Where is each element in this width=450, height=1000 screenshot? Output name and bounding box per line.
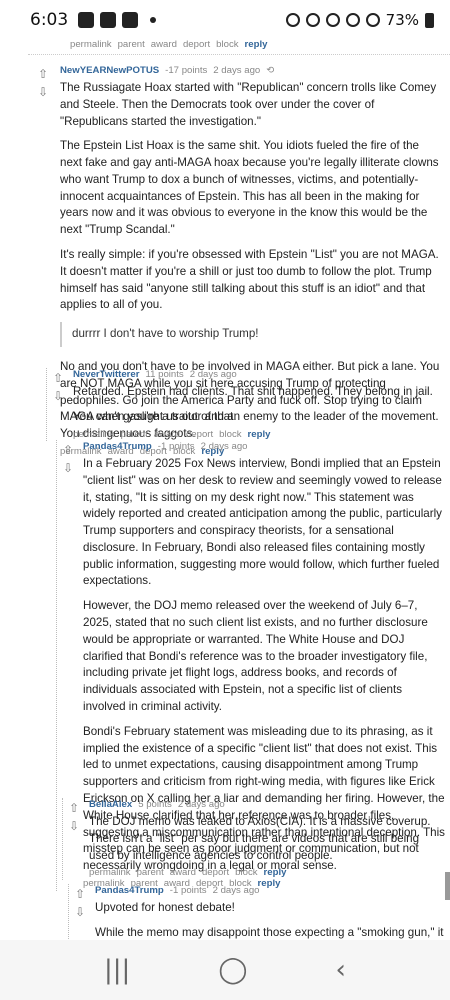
upvote-icon[interactable]: ⇧ (53, 372, 63, 384)
vote-arrows: ⇧ ⇩ (73, 888, 87, 918)
reply-link[interactable]: reply (264, 866, 287, 880)
battery-percent: 73% (385, 11, 419, 29)
comment-tagline: NewYEARNewPOTUS -17 points 2 days ago ⟲ (60, 64, 440, 78)
upvote-icon[interactable]: ⇧ (63, 444, 73, 456)
comment-body: Upvoted for honest debate! While the mem… (95, 900, 444, 939)
notification-icons (78, 12, 157, 28)
comment-points: -17 points (165, 65, 208, 76)
comment-points: -1 points (157, 441, 195, 452)
gallery-icon (78, 12, 95, 28)
comment: ⇧ ⇩ NeverTwitterer 11 points 2 days ago … (46, 368, 442, 442)
comment-tagline: Pandas4Trump -1 points 2 days ago (83, 440, 446, 454)
downvote-icon[interactable]: ⇩ (38, 86, 48, 98)
parent-link[interactable]: parent (137, 866, 164, 880)
downvote-icon[interactable]: ⇩ (75, 906, 85, 918)
comment-tagline: Pandas4Trump -1 points 2 days ago (95, 884, 444, 898)
scrollbar-thumb[interactable] (445, 872, 450, 900)
block-link[interactable]: block (235, 866, 257, 880)
comment-author[interactable]: Pandas4Trump (83, 440, 152, 454)
comment-paragraph: Upvoted for honest debate! (95, 900, 235, 914)
vote-arrows: ⇧ ⇩ (36, 68, 50, 98)
system-nav-bar: ||| ◯ ‹ (0, 940, 450, 1000)
alarm-icon (285, 13, 300, 27)
messenger-icon (122, 12, 139, 28)
battery-icon (425, 12, 434, 28)
vote-arrows: ⇧ ⇩ (61, 444, 75, 474)
recents-icon[interactable]: ||| (104, 955, 130, 985)
comment-paragraph: The Russiagate Hoax started with "Republ… (60, 80, 437, 128)
downvote-icon[interactable]: ⇩ (53, 390, 63, 402)
comment-tagline: NeverTwitterer 11 points 2 days ago (73, 368, 442, 382)
upvote-icon[interactable]: ⇧ (69, 802, 79, 814)
mute-icon (325, 13, 340, 27)
award-link[interactable]: award (170, 866, 196, 880)
comment-body: Retarded. Epstein had clients. That shit… (73, 384, 442, 426)
status-time: 6:03 (30, 10, 69, 30)
comment-author[interactable]: NewYEARNewPOTUS (60, 64, 159, 78)
edited-icon: ⟲ (266, 65, 275, 76)
comment-paragraph: You can't gaslight us out of that. (73, 409, 237, 423)
blockquote: durrrr I don't have to worship Trump! (60, 322, 440, 348)
wifi-icon (345, 13, 360, 27)
comment-author[interactable]: NeverTwitterer (73, 368, 139, 382)
upvote-icon[interactable]: ⇧ (38, 68, 48, 80)
comment-thread: permalink parent award deport block repl… (0, 34, 450, 939)
permalink-link[interactable]: permalink (70, 38, 112, 52)
comment: ⇧ ⇩ Pandas4Trump -1 points 2 days ago Up… (68, 884, 444, 939)
reply-link[interactable]: reply (245, 38, 268, 52)
block-link[interactable]: block (216, 38, 238, 52)
downvote-icon[interactable]: ⇩ (63, 462, 73, 474)
snapchat-icon (100, 12, 117, 28)
permalink-link[interactable]: permalink (89, 866, 131, 880)
vote-arrows: ⇧ ⇩ (51, 372, 65, 402)
comment-links: permalink parent award deport block repl… (89, 866, 444, 880)
comment-paragraph: While the memo may disappoint those expe… (95, 925, 444, 939)
back-icon[interactable]: ‹ (336, 955, 346, 985)
comment-paragraph: It's really simple: if you're obsessed w… (60, 248, 439, 312)
comment-points: 5 points (138, 799, 172, 810)
parent-comment-links: permalink parent award deport block repl… (70, 38, 267, 52)
downvote-icon[interactable]: ⇩ (69, 820, 79, 832)
comment-paragraph: However, the DOJ memo released over the … (83, 599, 428, 714)
home-icon[interactable]: ◯ (218, 955, 247, 985)
comment-paragraph: In a February 2025 Fox News interview, B… (83, 456, 442, 588)
more-notifications-icon (150, 17, 157, 23)
comment-tagline: BellaAlex 5 points 2 days ago (89, 798, 444, 812)
upvote-icon[interactable]: ⇧ (75, 888, 85, 900)
comment-paragraph: The Epstein List Hoax is the same shit. … (60, 139, 439, 237)
comment-time: 2 days ago (189, 369, 237, 380)
comment: ⇧ ⇩ BellaAlex 5 points 2 days ago The DO… (62, 798, 444, 881)
comment-paragraph: Retarded. Epstein had clients. That shit… (73, 384, 433, 398)
comment-time: 2 days ago (177, 799, 225, 810)
bluetooth-icon (305, 13, 320, 27)
parent-link[interactable]: parent (118, 38, 145, 52)
comment-author[interactable]: Pandas4Trump (95, 884, 164, 898)
deport-link[interactable]: deport (202, 866, 229, 880)
signal-icon (365, 13, 380, 27)
thread-divider (28, 54, 450, 55)
system-status-icons: 73% (285, 11, 434, 29)
vote-arrows: ⇧ ⇩ (67, 802, 81, 832)
comment-paragraph: The DOJ memo was leaked to Axios(CIA). I… (89, 814, 431, 862)
comment-time: 2 days ago (200, 441, 248, 452)
comment-body: The DOJ memo was leaked to Axios(CIA). I… (89, 814, 444, 864)
comment-time: 2 days ago (213, 65, 261, 76)
comment-points: -1 points (169, 885, 207, 896)
award-link[interactable]: award (151, 38, 177, 52)
comment-time: 2 days ago (212, 885, 260, 896)
deport-link[interactable]: deport (183, 38, 210, 52)
comment-points: 11 points (145, 369, 184, 380)
comment-author[interactable]: BellaAlex (89, 798, 132, 812)
